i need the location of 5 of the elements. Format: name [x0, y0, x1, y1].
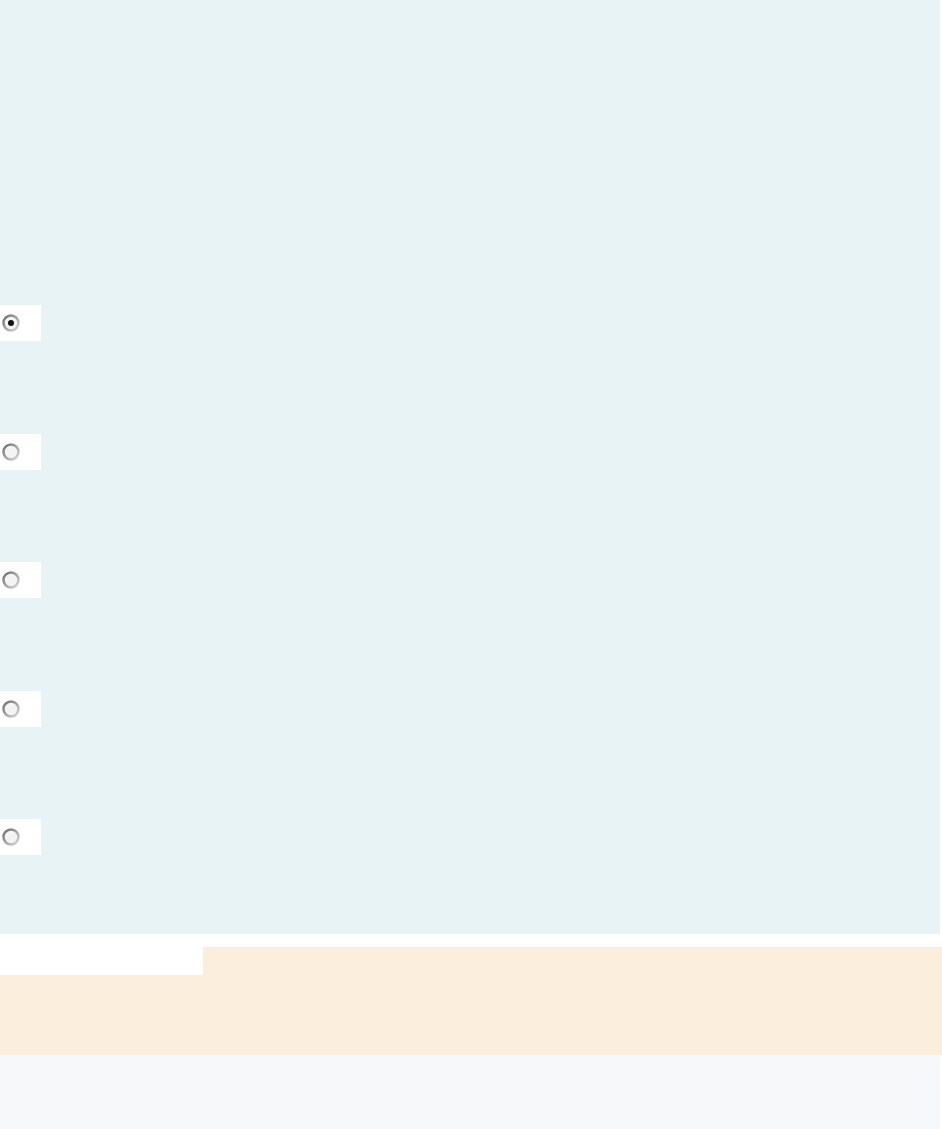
radio-option[interactable] — [0, 819, 41, 855]
radio-option[interactable] — [0, 305, 41, 341]
radio-option[interactable] — [0, 433, 41, 470]
radio-option[interactable] — [0, 562, 41, 598]
radio-option[interactable] — [0, 690, 41, 727]
